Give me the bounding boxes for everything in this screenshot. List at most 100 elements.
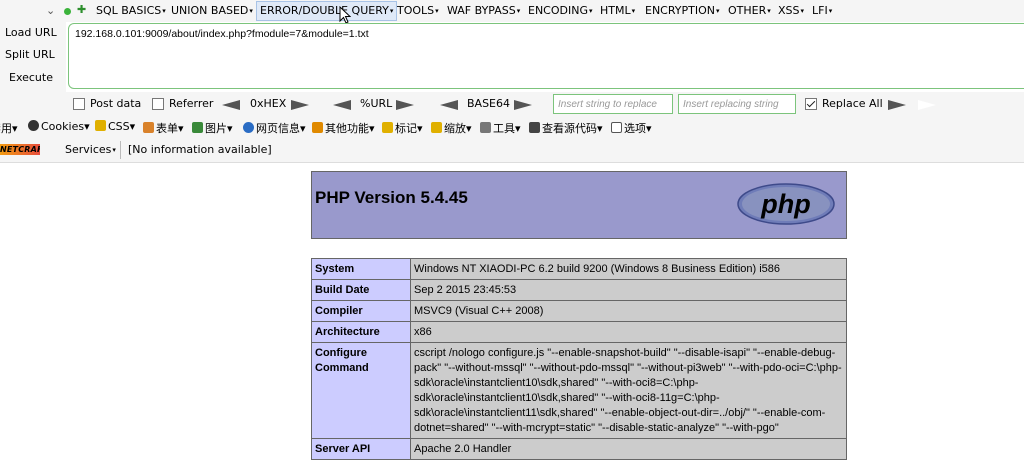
toolbar-disable[interactable]: 禁用▾	[0, 120, 18, 136]
hackbar-options-row: Post data Referrer 0xHEX %URL BASE64 Ins…	[0, 92, 1024, 116]
menu-label: WAF BYPASS	[447, 4, 516, 17]
url-encode-arrow-icon[interactable]	[396, 100, 414, 110]
highlighter-icon	[382, 122, 393, 133]
menu-label: ENCODING	[528, 4, 588, 17]
row-value: x86	[410, 321, 847, 343]
toolbar-misc[interactable]: 其他功能▾	[312, 120, 375, 136]
row-key: Architecture	[311, 321, 411, 343]
menu-waf-bypass[interactable]: WAF BYPASS▾	[447, 4, 520, 17]
image-icon	[192, 122, 203, 133]
load-url-button[interactable]: Load URL	[5, 26, 57, 39]
collapse-chevron-icon[interactable]: ⌄	[46, 4, 55, 17]
row-value: Windows NT XIAODI-PC 6.2 build 9200 (Win…	[410, 258, 847, 280]
toolbar-label: 网页信息	[256, 122, 300, 135]
menu-lfi[interactable]: LFI▾	[812, 4, 832, 17]
hex-encode-arrow-icon[interactable]	[291, 100, 309, 110]
url-action-panel: Load URL Split URL Execute	[0, 22, 66, 92]
row-value: MSVC9 (Visual C++ 2008)	[410, 300, 847, 322]
menu-sql-basics[interactable]: SQL BASICS▾	[96, 4, 166, 17]
base64-decode-arrow-icon[interactable]	[440, 100, 458, 110]
base64-encode-arrow-icon[interactable]	[514, 100, 532, 110]
menu-tools[interactable]: TOOLS▾	[397, 4, 439, 17]
menu-label: ERROR/DOUBLE QUERY	[260, 4, 389, 17]
menu-label: UNION BASED	[171, 4, 249, 17]
toolbar-options[interactable]: 选项▾	[611, 120, 652, 136]
menu-label: SQL BASICS	[96, 4, 162, 17]
base64-label: BASE64	[467, 97, 511, 110]
netcraft-site-info: [No information available]	[128, 143, 272, 156]
toolbar-page-info[interactable]: 网页信息▾	[243, 120, 306, 136]
url-textarea[interactable]: 192.168.0.101:9009/about/index.php?fmodu…	[68, 23, 1024, 89]
replacing-string-input[interactable]: Insert replacing string	[678, 94, 796, 114]
menu-other[interactable]: OTHER▾	[728, 4, 771, 17]
netcraft-logo[interactable]: NETCRAFT	[0, 144, 40, 155]
toolbar-label: CSS	[108, 120, 130, 133]
source-icon	[529, 122, 540, 133]
page-title: PHP Version 5.4.45	[315, 188, 468, 207]
row-value: cscript /nologo configure.js "--enable-s…	[410, 342, 847, 439]
menu-html[interactable]: HTML▾	[600, 4, 635, 17]
table-row: Architecture x86	[311, 321, 847, 343]
svg-text:php: php	[760, 189, 810, 219]
services-menu[interactable]: Services▾	[65, 143, 116, 156]
menu-label: TOOLS	[397, 4, 435, 17]
replace-all-checkbox[interactable]	[805, 98, 817, 110]
toolbar-label: 选项	[624, 122, 646, 135]
toolbar-forms[interactable]: 表单▾	[143, 120, 184, 136]
row-key: Server API	[311, 438, 411, 460]
toolbar-mark[interactable]: 标记▾	[382, 120, 423, 136]
hackbar-menu-bar: ⌄ ✚ SQL BASICS▾ UNION BASED▾ ERROR/DOUBL…	[0, 0, 1024, 24]
options-icon	[611, 122, 622, 133]
menu-label: HTML	[600, 4, 631, 17]
toolbar-cookies[interactable]: Cookies▾	[28, 120, 90, 133]
url-decode-arrow-icon[interactable]	[333, 100, 351, 110]
post-data-label: Post data	[90, 97, 142, 110]
menu-union-based[interactable]: UNION BASED▾	[171, 4, 253, 17]
replace-outline-arrow-icon[interactable]	[918, 100, 936, 110]
row-key: Build Date	[311, 279, 411, 301]
toolbar-css[interactable]: CSS▾	[95, 120, 135, 133]
execute-button[interactable]: Execute	[9, 71, 53, 84]
row-key: Compiler	[311, 300, 411, 322]
web-developer-toolbar: 禁用▾ Cookies▾ CSS▾ 表单▾ 图片▾ 网页信息▾ 其他功能▾ 标记…	[0, 116, 1024, 138]
netcraft-toolbar: NETCRAFT Services▾ [No information avail…	[0, 138, 1024, 163]
split-url-button[interactable]: Split URL	[5, 48, 55, 61]
menu-label: XSS	[778, 4, 800, 17]
menu-encoding[interactable]: ENCODING▾	[528, 4, 593, 17]
user-icon	[28, 120, 39, 131]
referrer-checkbox[interactable]	[152, 98, 164, 110]
phpinfo-header: PHP Version 5.4.45 php	[311, 171, 847, 239]
table-row: Build Date Sep 2 2015 23:45:53	[311, 279, 847, 301]
toolbar-label: Cookies	[41, 120, 85, 133]
replace-right-arrow-icon[interactable]	[888, 100, 906, 110]
menu-encryption[interactable]: ENCRYPTION▾	[645, 4, 720, 17]
hex-label: 0xHEX	[250, 97, 287, 110]
misc-icon	[312, 122, 323, 133]
url-encode-label: %URL	[360, 97, 393, 110]
hex-decode-arrow-icon[interactable]	[222, 100, 240, 110]
table-row: System Windows NT XIAODI-PC 6.2 build 92…	[311, 258, 847, 280]
toolbar-images[interactable]: 图片▾	[192, 120, 233, 136]
replace-string-input[interactable]: Insert string to replace	[553, 94, 673, 114]
menu-label: LFI	[812, 4, 828, 17]
pencil-icon	[95, 120, 106, 131]
table-row: Server API Apache 2.0 Handler	[311, 438, 847, 460]
resize-icon	[431, 122, 442, 133]
row-value: Apache 2.0 Handler	[410, 438, 847, 460]
toolbar-label: 工具	[493, 122, 515, 135]
toolbar-resize[interactable]: 缩放▾	[431, 120, 472, 136]
toolbar-label: 缩放	[444, 122, 466, 135]
plus-icon[interactable]: ✚	[77, 3, 86, 16]
replace-all-label: Replace All	[822, 97, 883, 110]
post-data-checkbox[interactable]	[73, 98, 85, 110]
services-label: Services	[65, 143, 112, 156]
toolbar-tools[interactable]: 工具▾	[480, 120, 521, 136]
form-icon	[143, 122, 154, 133]
row-key: Configure Command	[311, 342, 411, 439]
php-logo-icon: php	[737, 183, 835, 225]
minus-icon[interactable]	[64, 8, 71, 15]
toolbar-label: 标记	[395, 122, 417, 135]
toolbar-view-source[interactable]: 查看源代码▾	[529, 120, 603, 136]
menu-xss[interactable]: XSS▾	[778, 4, 804, 17]
menu-error-double-query[interactable]: ERROR/DOUBLE QUERY▾	[256, 1, 398, 21]
